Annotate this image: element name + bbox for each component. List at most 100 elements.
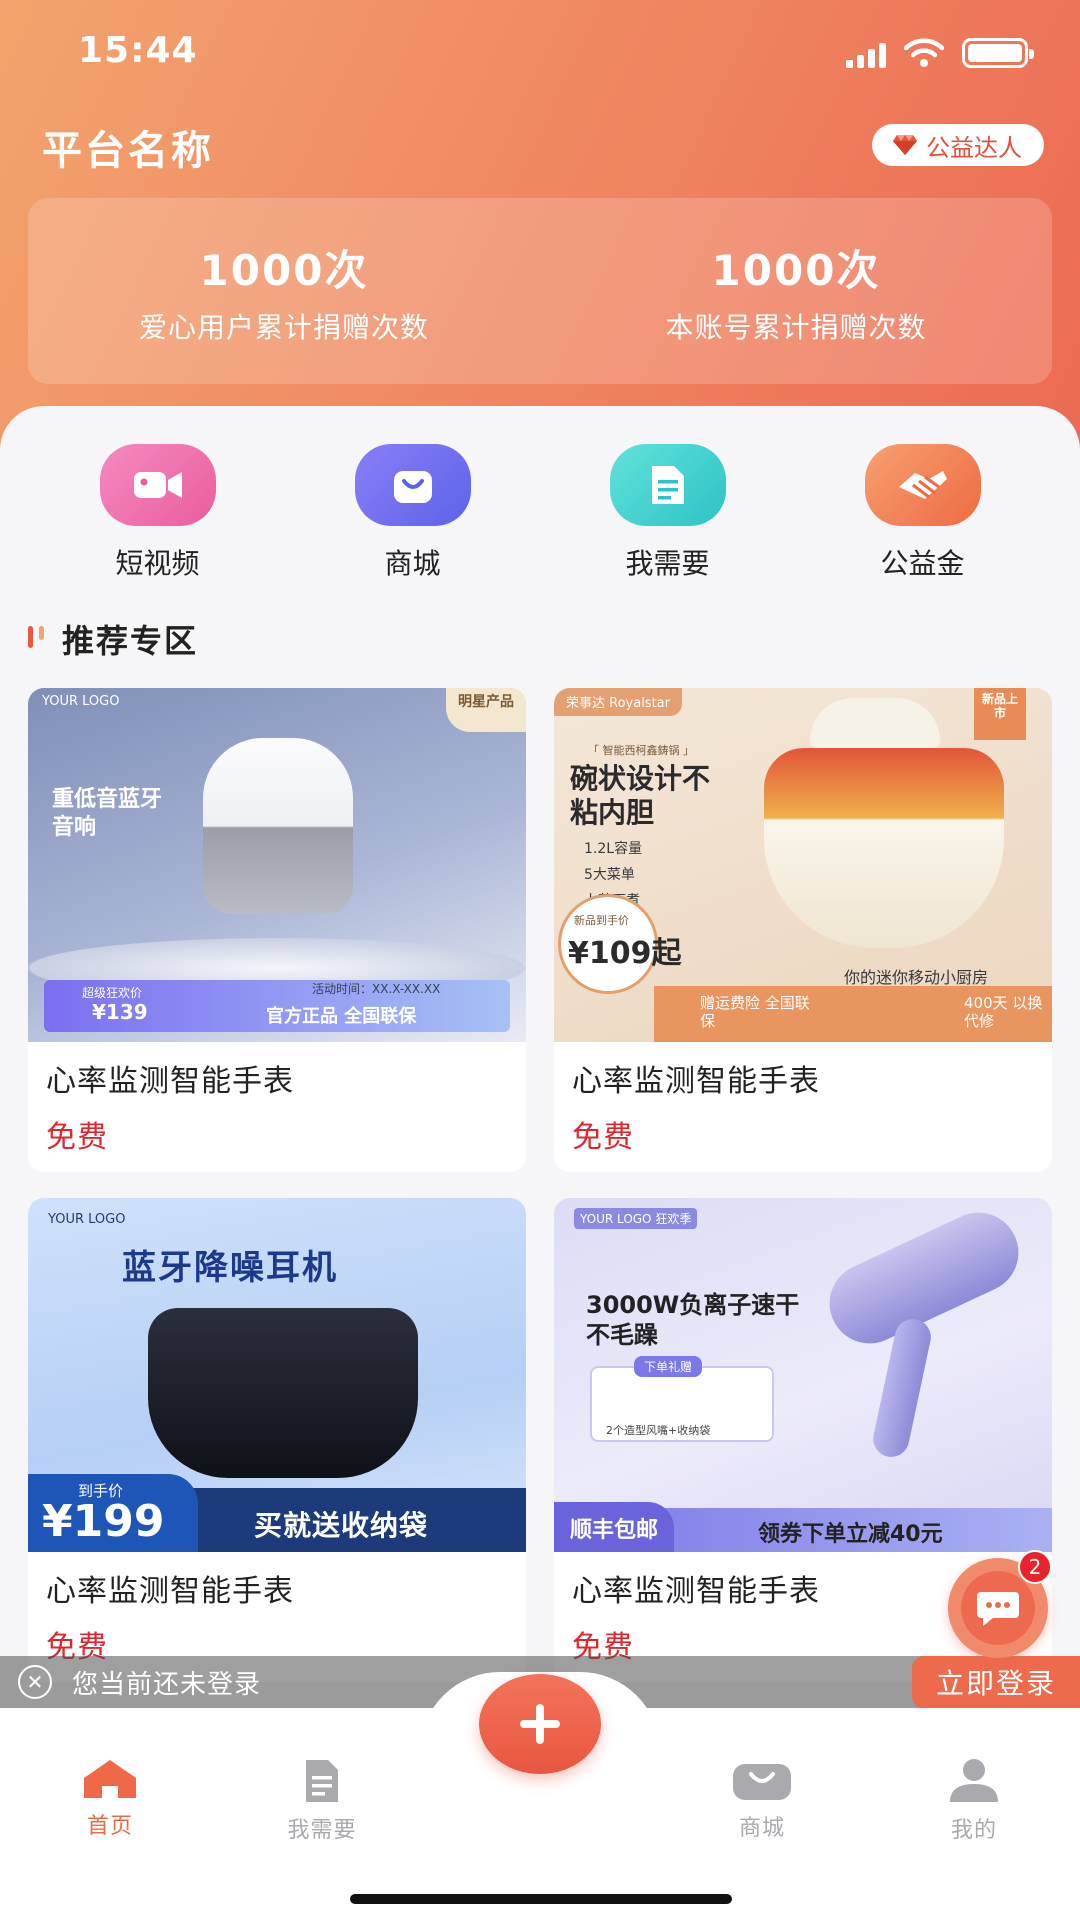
tab-home[interactable]: 首页 xyxy=(40,1758,180,1840)
image-slogan: 你的迷你移动小厨房 xyxy=(844,968,989,987)
shopping-bag-icon xyxy=(733,1764,791,1800)
earbuds-illustration xyxy=(148,1308,418,1478)
product-card[interactable]: YOUR LOGO 蓝牙降噪耳机 到手价 ¥199 买就送收纳袋 心率监测智能手… xyxy=(28,1198,526,1682)
chat-button[interactable]: 2 xyxy=(948,1550,1052,1658)
plus-icon xyxy=(520,1704,560,1744)
quick-item-charity-fund[interactable]: 公益金 xyxy=(823,444,1023,582)
battery-icon xyxy=(962,38,1034,68)
image-shipping: 顺丰包邮 xyxy=(554,1502,675,1552)
close-icon[interactable]: ✕ xyxy=(18,1665,52,1699)
document-icon xyxy=(609,444,726,526)
status-icons xyxy=(846,38,1034,68)
image-headline: 重低音蓝牙音响 xyxy=(52,787,163,840)
image-price: ¥199 xyxy=(42,1496,165,1547)
login-prompt-text: 您当前还未登录 xyxy=(72,1669,262,1700)
stat-label: 本账号累计捐赠次数 xyxy=(665,310,927,344)
image-logo: YOUR LOGO xyxy=(42,694,120,709)
status-bar: 15:44 xyxy=(0,0,1080,110)
quick-menu: 短视频 商城 我需要 公益金 xyxy=(0,444,1080,582)
main-content: 短视频 商城 我需要 公益金 推荐专区 YOUR LOGO 明星产品 重低音蓝牙… xyxy=(0,406,1080,1706)
quick-item-i-need[interactable]: 我需要 xyxy=(568,444,768,582)
status-time: 15:44 xyxy=(78,30,198,71)
handshake-icon xyxy=(864,444,981,526)
image-perk: 400天 以换代修 xyxy=(964,994,1043,1030)
home-icon xyxy=(84,1760,136,1798)
chat-badge: 2 xyxy=(1018,1550,1052,1584)
tab-label: 首页 xyxy=(86,1814,133,1839)
image-tag: 新品上市 xyxy=(974,688,1026,740)
product-name: 心率监测智能手表 xyxy=(46,1064,294,1099)
image-coupon: 领券下单立减40元 xyxy=(758,1522,943,1547)
tab-label: 我的 xyxy=(950,1818,997,1843)
video-camera-icon xyxy=(99,444,216,526)
product-card[interactable]: YOUR LOGO 明星产品 重低音蓝牙音响 超级狂欢价 ¥139 活动时间：X… xyxy=(28,688,526,1172)
tab-profile[interactable]: 我的 xyxy=(904,1758,1044,1844)
tab-label: 商城 xyxy=(738,1816,785,1841)
tab-label: 我需要 xyxy=(287,1818,357,1843)
image-banner: 买就送收纳袋 xyxy=(254,1509,429,1542)
login-button[interactable]: 立即登录 xyxy=(911,1656,1080,1708)
app-title: 平台名称 xyxy=(42,128,214,174)
image-headline: 碗状设计不粘内胆 xyxy=(570,762,711,829)
product-image: YOUR LOGO 狂欢季 3000W负离子速干不毛躁 下单礼赠 2个造型风嘴+… xyxy=(554,1198,1052,1552)
product-name: 心率监测智能手表 xyxy=(572,1064,820,1099)
feature-item: 1.2L容量 xyxy=(584,841,643,857)
product-image: YOUR LOGO 明星产品 重低音蓝牙音响 超级狂欢价 ¥139 活动时间：X… xyxy=(28,688,526,1042)
product-image: YOUR LOGO 蓝牙降噪耳机 到手价 ¥199 买就送收纳袋 xyxy=(28,1198,526,1552)
home-indicator xyxy=(350,1894,732,1904)
stat-label: 爱心用户累计捐赠次数 xyxy=(138,310,429,344)
user-icon xyxy=(950,1759,998,1802)
donation-stats-card: 1000次 爱心用户累计捐赠次数 1000次 本账号累计捐赠次数 xyxy=(28,198,1052,384)
stat-total-donations: 1000次 爱心用户累计捐赠次数 xyxy=(28,198,540,384)
shopping-bag-icon xyxy=(354,444,471,526)
product-price: 免费 xyxy=(46,1120,108,1155)
quick-item-label: 公益金 xyxy=(880,547,965,580)
add-button[interactable] xyxy=(479,1674,601,1774)
promo-price: ¥139 xyxy=(92,1000,148,1024)
stat-value: 1000次 xyxy=(199,245,369,295)
product-card[interactable]: 荣事达 Royalstar 新品上市 「 智能西柯鑫鋳锅 」 碗状设计不粘内胆 … xyxy=(554,688,1052,1172)
product-image: 荣事达 Royalstar 新品上市 「 智能西柯鑫鋳锅 」 碗状设计不粘内胆 … xyxy=(554,688,1052,1042)
document-icon xyxy=(306,1760,338,1802)
promo-label: 超级狂欢价 xyxy=(82,986,143,1000)
image-subtitle: 「 智能西柯鑫鋳锅 」 xyxy=(588,744,694,757)
promo-time: 活动时间：XX.X-XX.XX xyxy=(312,982,441,996)
quick-item-short-video[interactable]: 短视频 xyxy=(58,444,258,582)
bottom-tab-bar: 首页 我需要 商城 我的 xyxy=(0,1672,1080,1920)
diamond-icon xyxy=(893,135,917,155)
product-name: 心率监测智能手表 xyxy=(572,1574,820,1609)
stat-value: 1000次 xyxy=(711,245,881,295)
gift-text: 2个造型风嘴+收纳袋 xyxy=(606,1424,711,1437)
section-marker-icon xyxy=(28,626,44,652)
price-label: 新品到手价 xyxy=(574,914,629,927)
quick-item-label: 我需要 xyxy=(625,547,710,580)
cooker-illustration xyxy=(764,748,1004,948)
chat-bubble-icon xyxy=(961,1571,1035,1645)
product-price: 免费 xyxy=(572,1120,634,1155)
quick-item-label: 短视频 xyxy=(115,547,200,580)
image-tag: 明星产品 xyxy=(446,688,526,732)
product-name: 心率监测智能手表 xyxy=(46,1574,294,1609)
image-headline: 3000W负离子速干不毛躁 xyxy=(586,1291,800,1349)
charity-badge[interactable]: 公益达人 xyxy=(872,124,1044,166)
gift-label: 下单礼赠 xyxy=(634,1356,703,1377)
image-logo: 荣事达 Royalstar xyxy=(554,688,682,716)
quick-item-mall[interactable]: 商城 xyxy=(313,444,513,582)
quick-item-label: 商城 xyxy=(384,547,441,580)
charity-badge-label: 公益达人 xyxy=(926,133,1022,162)
image-logo: YOUR LOGO xyxy=(48,1212,126,1227)
image-logo: YOUR LOGO 狂欢季 xyxy=(574,1208,698,1229)
image-headline: 蓝牙降噪耳机 xyxy=(122,1248,338,1288)
image-perk: 赠运费险 全国联保 xyxy=(700,994,810,1030)
wifi-icon xyxy=(904,38,944,67)
stat-account-donations: 1000次 本账号累计捐赠次数 xyxy=(540,198,1052,384)
section-header: 推荐专区 xyxy=(28,616,198,662)
image-price: ¥109起 xyxy=(568,936,682,971)
tab-i-need[interactable]: 我需要 xyxy=(252,1758,392,1844)
signal-icon xyxy=(846,42,886,68)
section-title: 推荐专区 xyxy=(62,622,199,660)
speaker-illustration xyxy=(203,738,353,914)
tab-mall[interactable]: 商城 xyxy=(692,1758,832,1842)
promo-banner: 官方正品 全国联保 xyxy=(266,1006,417,1027)
feature-item: 5大菜单 xyxy=(584,867,635,883)
